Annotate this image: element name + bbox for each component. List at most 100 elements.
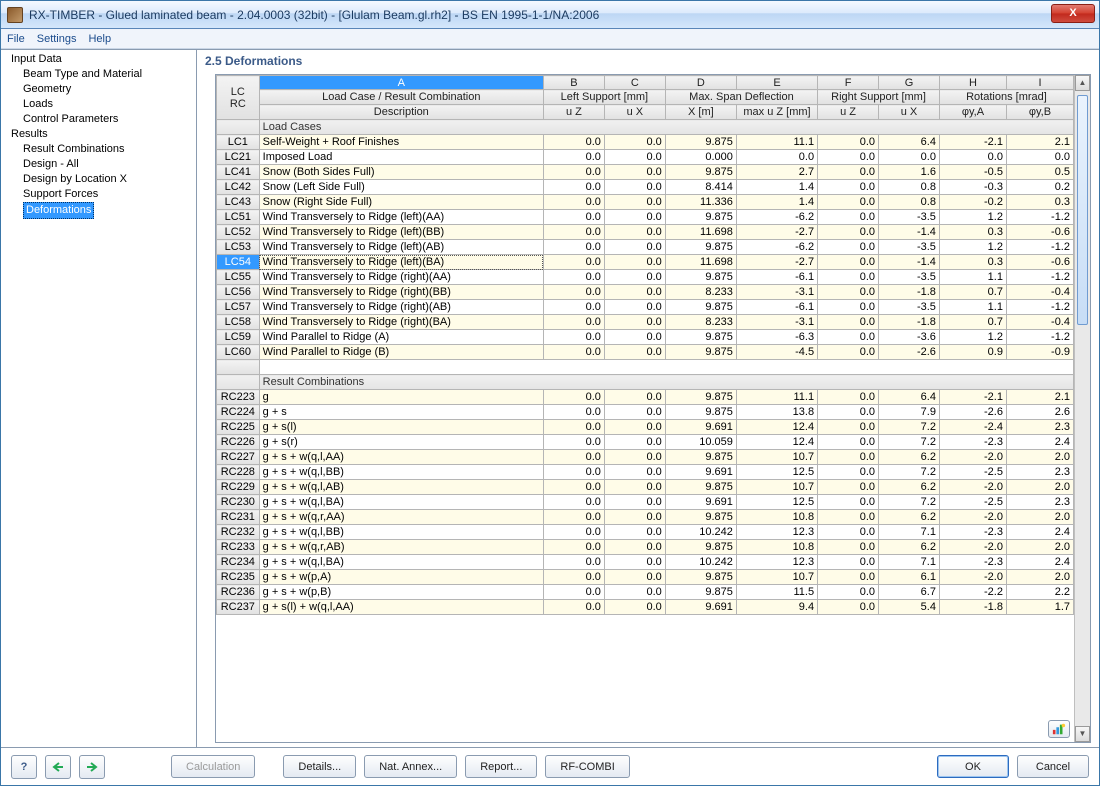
table-row[interactable]: LC42Snow (Left Side Full)0.00.08.4141.40… xyxy=(217,180,1074,195)
table-row[interactable]: LC21Imposed Load0.00.00.0000.00.00.00.00… xyxy=(217,150,1074,165)
col-A[interactable]: A xyxy=(259,76,543,90)
menubar: File Settings Help xyxy=(1,29,1099,49)
section-title: 2.5 Deformations xyxy=(197,50,1099,74)
col-E[interactable]: E xyxy=(736,76,817,90)
col-G[interactable]: G xyxy=(879,76,940,90)
table-row[interactable]: RC236g + s + w(p,B)0.00.09.87511.50.06.7… xyxy=(217,585,1074,600)
hdr-maxspan: Max. Span Deflection xyxy=(665,90,817,105)
scroll-thumb[interactable] xyxy=(1077,95,1088,325)
hdr-xm: X [m] xyxy=(665,105,736,120)
table-row[interactable]: RC225g + s(l)0.00.09.69112.40.07.2-2.42.… xyxy=(217,420,1074,435)
hdr-uz-right: u Z xyxy=(818,105,879,120)
table-row[interactable]: RC227g + s + w(q,l,AA)0.00.09.87510.70.0… xyxy=(217,450,1074,465)
table-row[interactable]: RC229g + s + w(q,l,AB)0.00.09.87510.70.0… xyxy=(217,480,1074,495)
hdr-loadcase: Load Case / Result Combination xyxy=(259,90,543,105)
main-panel: 2.5 Deformations LC RC xyxy=(197,50,1099,747)
tree-design-all[interactable]: Design - All xyxy=(5,157,196,172)
tree-loads[interactable]: Loads xyxy=(5,97,196,112)
calculation-button[interactable]: Calculation xyxy=(171,755,255,778)
hdr-ux-right: u X xyxy=(879,105,940,120)
tree-results[interactable]: Results xyxy=(5,127,196,142)
tree-support-forces[interactable]: Support Forces xyxy=(5,187,196,202)
menu-settings[interactable]: Settings xyxy=(37,33,77,45)
hdr-phiA: φy,A xyxy=(939,105,1006,120)
table-row[interactable]: LC57Wind Transversely to Ridge (right)(A… xyxy=(217,300,1074,315)
vertical-scrollbar[interactable]: ▲ ▼ xyxy=(1074,75,1090,742)
arrow-left-icon xyxy=(51,761,65,773)
col-B[interactable]: B xyxy=(543,76,604,90)
table-row[interactable]: RC235g + s + w(p,A)0.00.09.87510.70.06.1… xyxy=(217,570,1074,585)
col-C[interactable]: C xyxy=(604,76,665,90)
hdr-ux-left: u X xyxy=(604,105,665,120)
results-grid[interactable]: LC RC A B C D E F G H I xyxy=(215,74,1091,743)
window-title: RX-TIMBER - Glued laminated beam - 2.04.… xyxy=(29,8,599,22)
table-row[interactable]: RC228g + s + w(q,l,BB)0.00.09.69112.50.0… xyxy=(217,465,1074,480)
tree-control-params[interactable]: Control Parameters xyxy=(5,112,196,127)
hdr-lcrc[interactable]: LC RC xyxy=(217,76,260,120)
chart-icon xyxy=(1052,722,1066,736)
table-row[interactable]: RC226g + s(r)0.00.010.05912.40.07.2-2.32… xyxy=(217,435,1074,450)
tree-design-location[interactable]: Design by Location X xyxy=(5,172,196,187)
tree-input-data[interactable]: Input Data xyxy=(5,52,196,67)
table-row[interactable]: RC224g + s0.00.09.87513.80.07.9-2.62.6 xyxy=(217,405,1074,420)
tree-geometry[interactable]: Geometry xyxy=(5,82,196,97)
help-button[interactable]: ? xyxy=(11,755,37,779)
hdr-uz-left: u Z xyxy=(543,105,604,120)
table-row[interactable]: LC51Wind Transversely to Ridge (left)(AA… xyxy=(217,210,1074,225)
prev-button[interactable] xyxy=(45,755,71,779)
hdr-phiB: φy,B xyxy=(1006,105,1073,120)
scroll-down-icon[interactable]: ▼ xyxy=(1075,726,1090,742)
col-I[interactable]: I xyxy=(1006,76,1073,90)
table-row[interactable]: RC234g + s + w(q,l,BA)0.00.010.24212.30.… xyxy=(217,555,1074,570)
col-F[interactable]: F xyxy=(818,76,879,90)
next-button[interactable] xyxy=(79,755,105,779)
table-row[interactable]: LC1Self-Weight + Roof Finishes0.00.09.87… xyxy=(217,135,1074,150)
table-row[interactable]: LC58Wind Transversely to Ridge (right)(B… xyxy=(217,315,1074,330)
nav-tree[interactable]: Input Data Beam Type and Material Geomet… xyxy=(1,50,197,747)
scroll-up-icon[interactable]: ▲ xyxy=(1075,75,1090,91)
table-row[interactable]: LC53Wind Transversely to Ridge (left)(AB… xyxy=(217,240,1074,255)
tree-result-combinations[interactable]: Result Combinations xyxy=(5,142,196,157)
section-row: Load Cases xyxy=(217,120,1074,135)
table-row[interactable]: LC55Wind Transversely to Ridge (right)(A… xyxy=(217,270,1074,285)
titlebar[interactable]: RX-TIMBER - Glued laminated beam - 2.04.… xyxy=(1,1,1099,29)
nat-annex-button[interactable]: Nat. Annex... xyxy=(364,755,457,778)
close-button[interactable]: X xyxy=(1051,4,1095,23)
tree-deformations[interactable]: Deformations xyxy=(5,202,196,219)
tree-beam-type[interactable]: Beam Type and Material xyxy=(5,67,196,82)
details-button[interactable]: Details... xyxy=(283,755,356,778)
footer: ? Calculation Details... Nat. Annex... R… xyxy=(1,747,1099,785)
col-H[interactable]: H xyxy=(939,76,1006,90)
body: Input Data Beam Type and Material Geomet… xyxy=(1,49,1099,747)
hdr-leftsupport: Left Support [mm] xyxy=(543,90,665,105)
table-row[interactable]: RC233g + s + w(q,r,AB)0.00.09.87510.80.0… xyxy=(217,540,1074,555)
table-row[interactable]: LC59Wind Parallel to Ridge (A)0.00.09.87… xyxy=(217,330,1074,345)
hdr-rotations: Rotations [mrad] xyxy=(939,90,1073,105)
table-row[interactable]: RC231g + s + w(q,r,AA)0.00.09.87510.80.0… xyxy=(217,510,1074,525)
arrow-right-icon xyxy=(85,761,99,773)
table-row[interactable]: LC54Wind Transversely to Ridge (left)(BA… xyxy=(217,255,1074,270)
table-row[interactable]: LC56Wind Transversely to Ridge (right)(B… xyxy=(217,285,1074,300)
hdr-maxuz: max u Z [mm] xyxy=(736,105,817,120)
rf-combi-button[interactable]: RF-COMBI xyxy=(545,755,629,778)
table-row[interactable]: LC41Snow (Both Sides Full)0.00.09.8752.7… xyxy=(217,165,1074,180)
app-icon xyxy=(7,7,23,23)
section-row: Result Combinations xyxy=(217,375,1074,390)
blank-row xyxy=(217,360,1074,375)
menu-file[interactable]: File xyxy=(7,33,25,45)
table-row[interactable]: RC237g + s(l) + w(q,l,AA)0.00.09.6919.40… xyxy=(217,600,1074,615)
table-row[interactable]: RC232g + s + w(q,l,BB)0.00.010.24212.30.… xyxy=(217,525,1074,540)
app-window: RX-TIMBER - Glued laminated beam - 2.04.… xyxy=(0,0,1100,786)
col-D[interactable]: D xyxy=(665,76,736,90)
menu-help[interactable]: Help xyxy=(88,33,111,45)
table-row[interactable]: LC43Snow (Right Side Full)0.00.011.3361.… xyxy=(217,195,1074,210)
graph-button[interactable] xyxy=(1048,720,1070,738)
report-button[interactable]: Report... xyxy=(465,755,537,778)
table-row[interactable]: LC60Wind Parallel to Ridge (B)0.00.09.87… xyxy=(217,345,1074,360)
table-row[interactable]: LC52Wind Transversely to Ridge (left)(BB… xyxy=(217,225,1074,240)
table-row[interactable]: RC223g0.00.09.87511.10.06.4-2.12.1 xyxy=(217,390,1074,405)
hdr-description: Description xyxy=(259,105,543,120)
table-row[interactable]: RC230g + s + w(q,l,BA)0.00.09.69112.50.0… xyxy=(217,495,1074,510)
cancel-button[interactable]: Cancel xyxy=(1017,755,1089,778)
ok-button[interactable]: OK xyxy=(937,755,1009,778)
